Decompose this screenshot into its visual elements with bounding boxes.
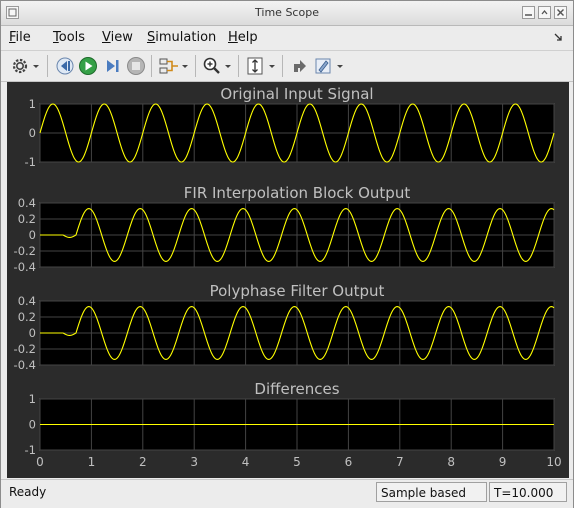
y-tick-label: 0.2 <box>18 212 36 226</box>
menu-help-label: elp <box>237 30 258 45</box>
signal-select-icon[interactable] <box>158 56 180 76</box>
y-tick-label: 0.4 <box>18 196 36 210</box>
close-button[interactable] <box>554 6 567 19</box>
maximize-button[interactable] <box>538 6 551 19</box>
y-tick-label: 0 <box>29 418 36 432</box>
x-tick-label: 9 <box>499 455 507 469</box>
run-icon[interactable] <box>78 56 98 76</box>
y-tick-label: -1 <box>25 443 36 457</box>
stop-icon[interactable] <box>126 56 146 76</box>
y-tick-label: 1 <box>29 392 36 406</box>
x-tick-label: 8 <box>447 455 455 469</box>
menu-file-label: ile <box>15 30 31 45</box>
toolbar-separator <box>151 55 152 77</box>
x-tick-label: 10 <box>546 455 561 469</box>
scope-display: Original Input Signal 1 0 -1 FIR Interpolati… <box>7 82 569 478</box>
plot-title: FIR Interpolation Block Output <box>184 184 411 202</box>
minimize-icon <box>525 14 532 16</box>
title-bar[interactable]: Time Scope <box>1 1 573 26</box>
toolbar <box>1 50 573 82</box>
status-bar: Ready Sample based T=10.000 <box>1 479 573 508</box>
menu-help-mnemonic: H <box>228 30 238 45</box>
menu-simulation[interactable]: Simulation <box>147 30 216 45</box>
close-icon <box>557 9 564 16</box>
step-forward-icon[interactable] <box>102 56 122 76</box>
menu-help[interactable]: Help <box>228 30 258 45</box>
menu-bar: File Tools View Simulation Help <box>1 26 573 50</box>
scope-plots[interactable]: Original Input Signal10-1FIR Interpolati… <box>7 82 569 478</box>
dropdown-arrow-icon[interactable] <box>336 56 345 76</box>
scale-axes-icon[interactable] <box>245 56 265 76</box>
x-tick-label: 6 <box>345 455 353 469</box>
y-tick-label: -1 <box>25 155 36 169</box>
x-tick-label: 2 <box>139 455 147 469</box>
maximize-icon <box>541 9 548 15</box>
dropdown-arrow-icon[interactable] <box>268 56 277 76</box>
y-tick-label: 1 <box>29 97 36 111</box>
x-tick-label: 1 <box>88 455 96 469</box>
toolbar-separator <box>238 55 239 77</box>
x-tick-label: 7 <box>396 455 404 469</box>
dropdown-arrow-icon[interactable] <box>224 56 233 76</box>
y-tick-label: -0.4 <box>14 358 36 372</box>
y-tick-label: 0.2 <box>18 310 36 324</box>
y-tick-label: -0.2 <box>14 244 36 258</box>
status-sample-mode: Sample based <box>376 482 487 502</box>
menu-simulation-label: imulation <box>155 30 217 45</box>
time-scope-window: Time Scope File Tools View Simulation He… <box>0 0 574 508</box>
gear-icon[interactable] <box>10 56 30 76</box>
toolbar-separator <box>47 55 48 77</box>
plot-title: Differences <box>254 380 339 398</box>
menu-view[interactable]: View <box>102 30 133 45</box>
zoom-in-icon[interactable] <box>202 56 222 76</box>
undock-icon[interactable] <box>553 32 563 42</box>
minimize-button[interactable] <box>522 6 535 19</box>
y-tick-label: 0 <box>29 126 36 140</box>
measure-icon[interactable] <box>290 56 310 76</box>
dropdown-arrow-icon[interactable] <box>181 56 190 76</box>
menu-tools[interactable]: Tools <box>53 30 85 45</box>
menu-file[interactable]: File <box>9 30 31 45</box>
x-tick-label: 4 <box>242 455 250 469</box>
window-title: Time Scope <box>255 6 319 19</box>
x-tick-label: 3 <box>190 455 198 469</box>
menu-view-label: iew <box>110 30 133 45</box>
y-tick-label: 0 <box>29 228 36 242</box>
menu-view-mnemonic: V <box>102 30 111 45</box>
x-tick-label: 5 <box>293 455 301 469</box>
toolbar-separator <box>195 55 196 77</box>
plot-title: Polyphase Filter Output <box>210 282 385 300</box>
y-tick-label: -0.4 <box>14 260 36 274</box>
status-time: T=10.000 <box>489 482 567 502</box>
plot-title: Original Input Signal <box>220 85 373 103</box>
menu-tools-label: ools <box>58 30 86 45</box>
y-tick-label: 0 <box>29 326 36 340</box>
step-back-icon[interactable] <box>55 56 75 76</box>
y-tick-label: -0.2 <box>14 342 36 356</box>
x-tick-label: 0 <box>36 455 44 469</box>
highlight-icon[interactable] <box>313 56 333 76</box>
toolbar-separator <box>282 55 283 77</box>
status-ready: Ready <box>9 485 47 499</box>
y-tick-label: 0.4 <box>18 294 36 308</box>
dropdown-arrow-icon[interactable] <box>32 56 41 76</box>
